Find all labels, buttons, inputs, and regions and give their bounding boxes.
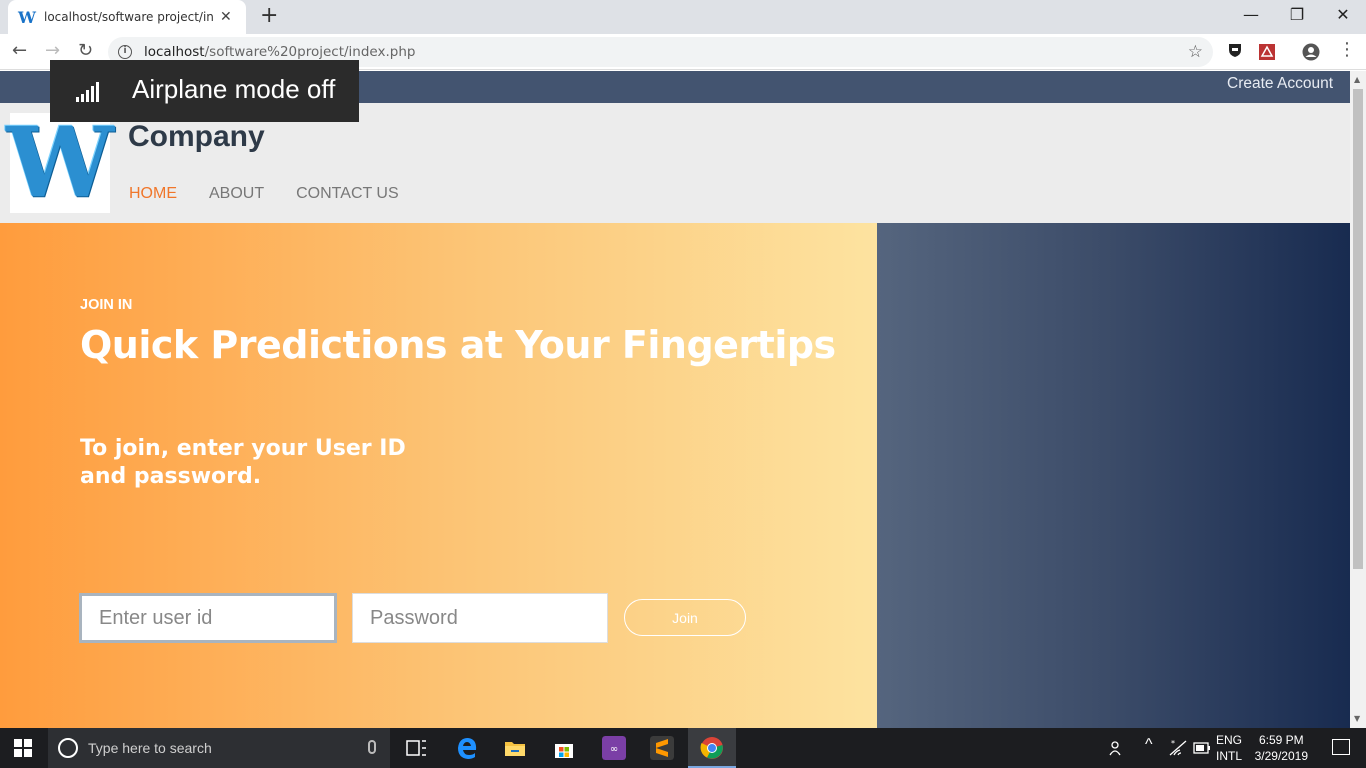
nav-about[interactable]: ABOUT <box>209 185 264 203</box>
hero-side-panel <box>877 223 1350 728</box>
sublime-text-icon[interactable] <box>650 736 674 760</box>
signal-strength-icon <box>76 82 99 102</box>
airplane-mode-toast: Airplane mode off <box>50 60 359 122</box>
svg-text:*: * <box>1171 739 1175 748</box>
forward-icon[interactable]: → <box>45 41 60 61</box>
svg-text:∞: ∞ <box>610 744 618 755</box>
scroll-down-icon[interactable]: ▼ <box>1354 714 1360 723</box>
password-input[interactable] <box>352 593 608 643</box>
page-scrollbar[interactable]: ▲ ▼ <box>1350 71 1366 728</box>
nav-contact-us[interactable]: CONTACT US <box>296 185 399 203</box>
chrome-taskbar-button[interactable] <box>688 728 736 768</box>
scroll-thumb[interactable] <box>1353 89 1363 569</box>
site-favicon-icon: W <box>18 7 36 27</box>
task-view-icon[interactable] <box>404 736 428 760</box>
file-explorer-icon[interactable] <box>503 736 527 760</box>
userid-input[interactable] <box>79 593 337 643</box>
cortana-icon <box>58 738 78 758</box>
site-info-icon[interactable]: i <box>118 45 132 59</box>
url-text: localhost/software%20project/index.php <box>144 44 416 60</box>
taskbar-search-placeholder: Type here to search <box>88 740 212 756</box>
hero-title: Quick Predictions at Your Fingertips <box>80 323 836 367</box>
battery-icon[interactable] <box>1193 741 1211 755</box>
airplane-mode-text: Airplane mode off <box>132 74 336 104</box>
reload-icon[interactable]: ↻ <box>78 41 93 61</box>
new-tab-icon[interactable]: + <box>260 5 278 27</box>
logo-letter: W <box>6 106 114 219</box>
company-name: Company <box>128 120 265 153</box>
input-language[interactable]: ENG INTL <box>1216 732 1242 764</box>
pdf-extension-icon[interactable] <box>1258 43 1276 61</box>
microsoft-store-icon[interactable] <box>552 736 576 760</box>
nav-home[interactable]: HOME <box>129 185 177 203</box>
system-clock[interactable]: 6:59 PM 3/29/2019 <box>1255 732 1308 764</box>
main-nav: HOME ABOUT CONTACT US <box>129 185 399 203</box>
hero-eyebrow: JOIN IN <box>80 297 133 313</box>
profile-avatar-icon[interactable] <box>1302 43 1320 61</box>
site-logo[interactable]: W <box>6 113 114 213</box>
shield-extension-icon[interactable] <box>1226 41 1244 59</box>
wifi-icon[interactable]: * <box>1168 739 1188 757</box>
browser-tab-strip: W localhost/software project/index. ✕ + … <box>0 0 1366 34</box>
hero-section: JOIN IN Quick Predictions at Your Finger… <box>0 223 877 728</box>
create-account-link[interactable]: Create Account <box>1227 75 1333 93</box>
bookmark-star-icon[interactable]: ☆ <box>1188 42 1203 62</box>
hero-subtitle: To join, enter your User ID and password… <box>80 436 406 489</box>
chrome-icon <box>700 737 723 759</box>
action-center-icon[interactable] <box>1332 739 1350 755</box>
browser-menu-icon[interactable]: ⋮ <box>1338 40 1356 60</box>
arduino-app-icon[interactable]: ∞ <box>602 736 626 760</box>
edge-browser-icon[interactable] <box>455 736 479 760</box>
microphone-icon[interactable] <box>368 740 376 754</box>
scroll-up-icon[interactable]: ▲ <box>1354 75 1360 84</box>
restore-icon[interactable]: ❐ <box>1274 4 1320 26</box>
taskbar-search[interactable]: Type here to search <box>48 728 390 768</box>
show-hidden-icons-icon[interactable]: ^ <box>1145 736 1153 754</box>
people-icon[interactable] <box>1108 739 1126 757</box>
close-window-icon[interactable]: ✕ <box>1320 4 1366 26</box>
back-icon[interactable]: ← <box>12 41 27 61</box>
windows-start-icon[interactable] <box>14 739 32 757</box>
minimize-icon[interactable]: — <box>1228 4 1274 26</box>
browser-tab[interactable]: W localhost/software project/index. ✕ <box>8 0 246 34</box>
tab-close-icon[interactable]: ✕ <box>220 9 232 25</box>
tab-title: localhost/software project/index. <box>44 10 214 24</box>
windows-taskbar: Type here to search ∞ ^ * ENG INTL 6:59 … <box>0 728 1366 768</box>
join-button[interactable]: Join <box>624 599 746 636</box>
